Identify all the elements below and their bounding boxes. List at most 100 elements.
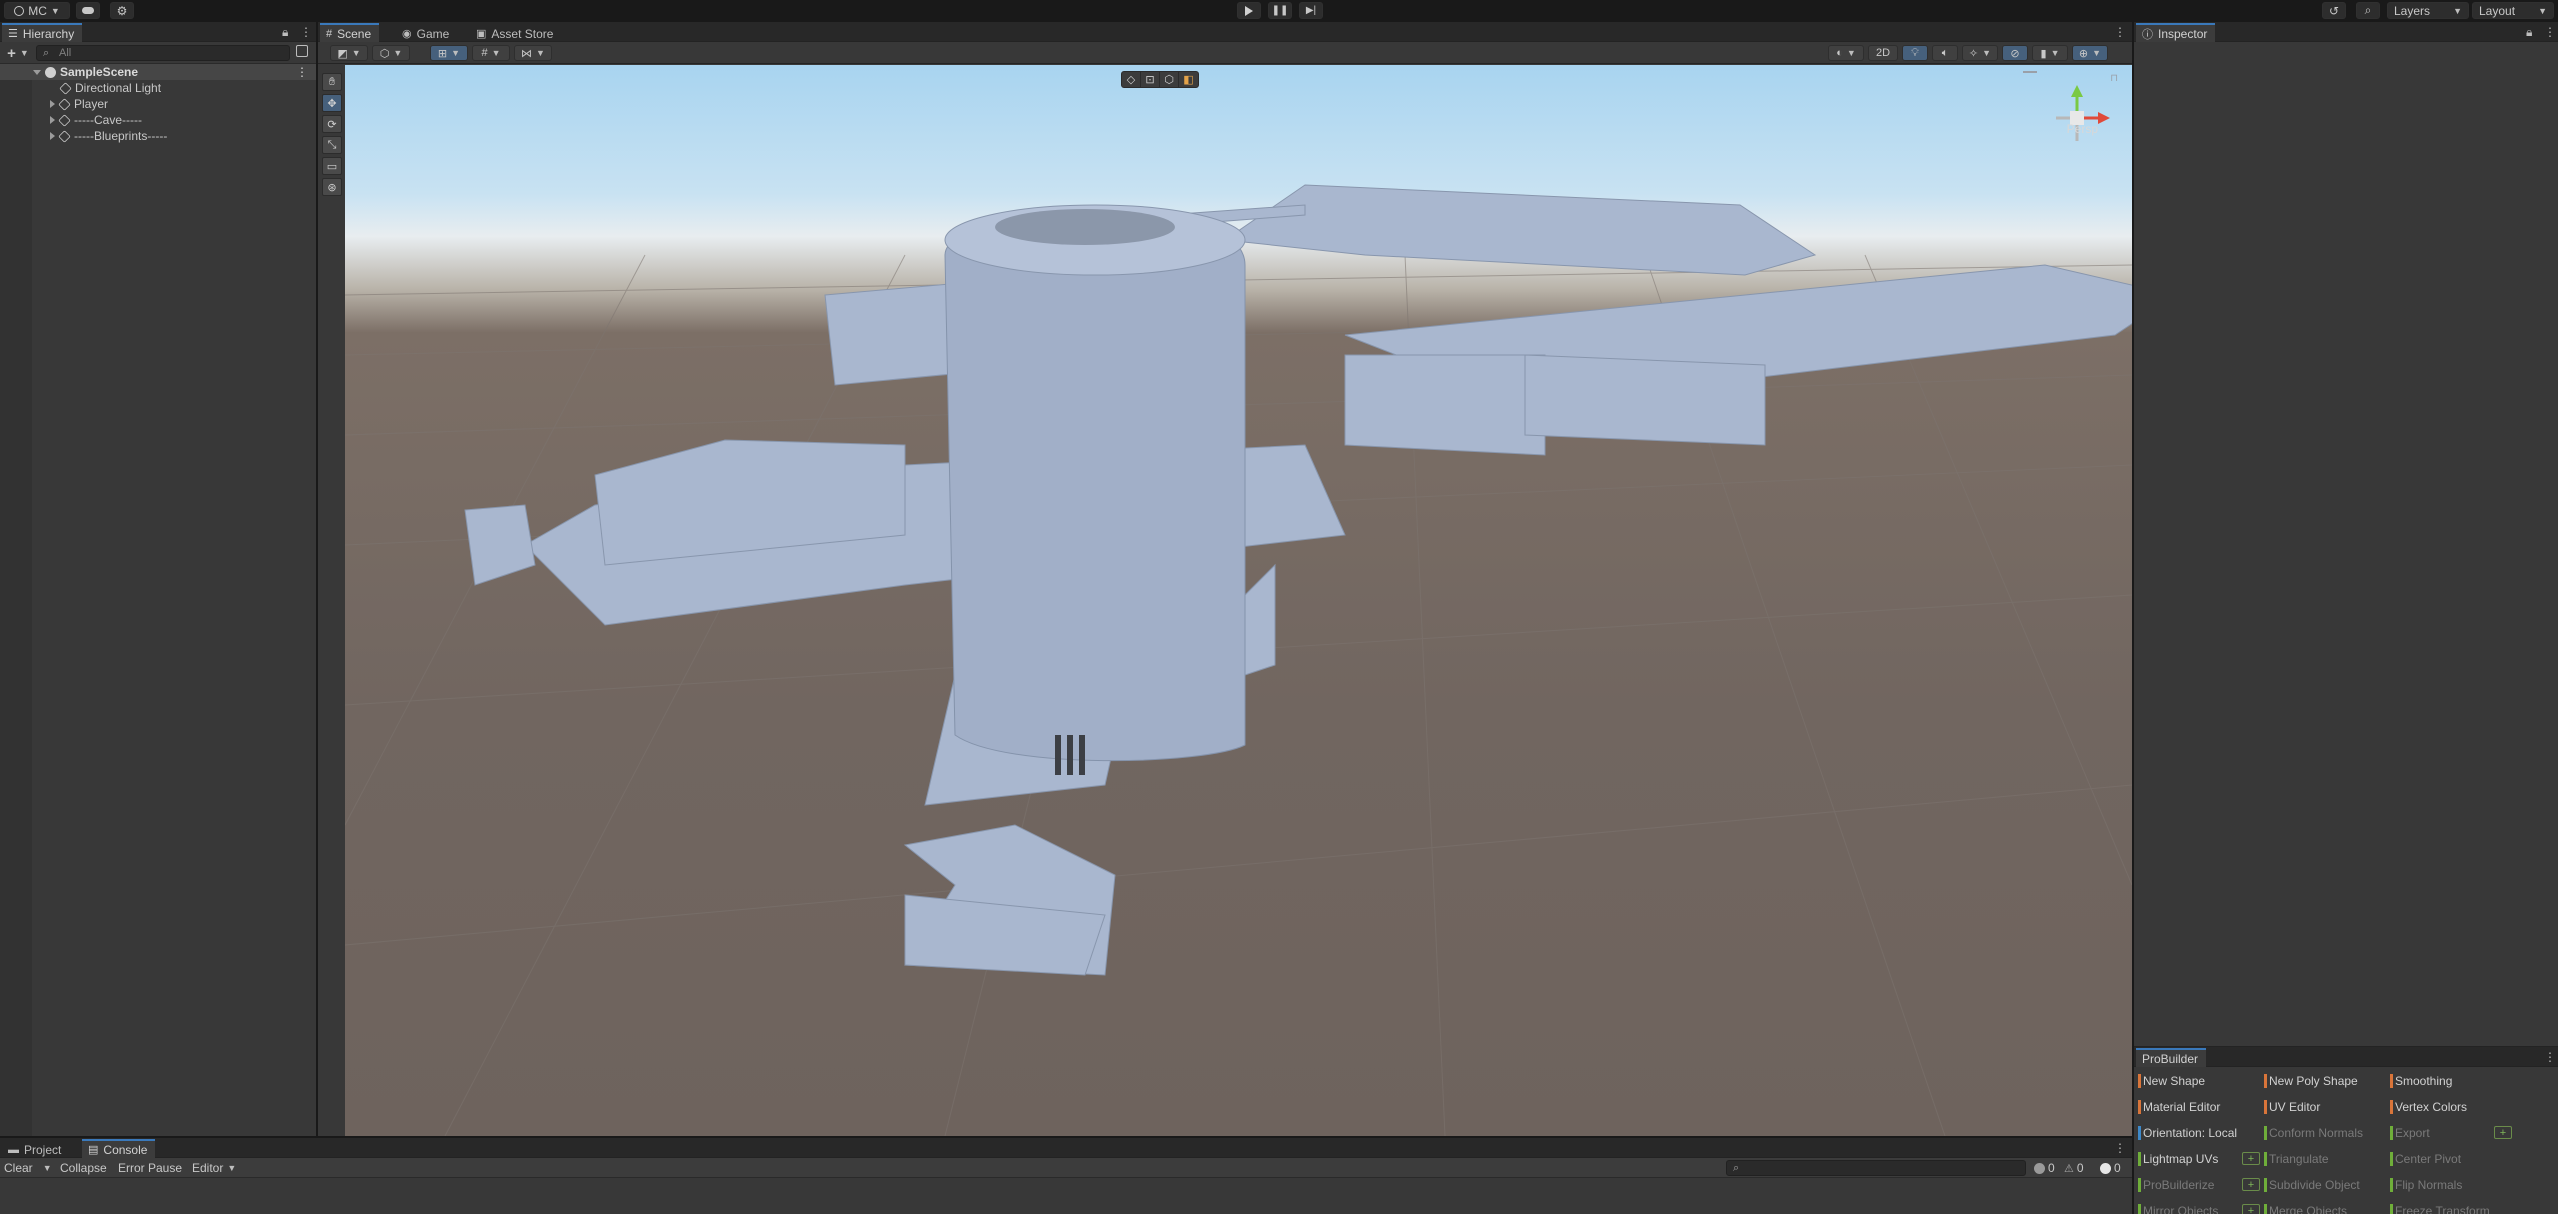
probuilder-action-button[interactable]: Subdivide Object — [2264, 1177, 2360, 1193]
probuilder-action-button[interactable]: Flip Normals — [2390, 1177, 2462, 1193]
draw-mode-dropdown[interactable]: ◩ ▼ — [330, 45, 368, 61]
camera-settings-dropdown[interactable]: ▮ ▼ — [2032, 45, 2068, 61]
scene-visibility-icon[interactable] — [296, 45, 308, 57]
rect-tool-button[interactable]: ▭ — [322, 157, 342, 175]
plus-icon[interactable]: + — [2494, 1126, 2512, 1139]
warning-count-toggle[interactable]: ⚠ 0 — [2064, 1160, 2084, 1176]
hierarchy-search-input[interactable]: ⌕ All — [36, 45, 290, 61]
rotate-tool-button[interactable]: ⟳ — [322, 115, 342, 133]
transform-tool-button[interactable]: ⊛ — [322, 178, 342, 196]
panel-menu-icon[interactable]: ⋮ — [2544, 25, 2557, 39]
probuilder-action-button[interactable]: New Poly Shape — [2264, 1073, 2358, 1089]
probuilder-action-button[interactable]: Orientation: Local — [2138, 1125, 2237, 1141]
hierarchy-item[interactable]: -----Blueprints----- — [0, 128, 316, 144]
tab-probuilder[interactable]: ProBuilder — [2136, 1048, 2207, 1067]
collapse-icon[interactable] — [2023, 71, 2037, 73]
error-pause-toggle[interactable]: Error Pause — [118, 1160, 182, 1176]
hierarchy-item[interactable]: -----Cave----- — [0, 112, 316, 128]
tab-scene[interactable]: # Scene — [320, 23, 380, 42]
probuilder-action-button[interactable]: Mirror Objects — [2138, 1203, 2218, 1214]
plus-icon[interactable]: + — [2242, 1152, 2260, 1165]
probuilder-action-button[interactable]: ProBuilderize — [2138, 1177, 2214, 1193]
pause-button[interactable]: ❚❚ — [1268, 2, 1292, 19]
effects-dropdown[interactable]: ✧ ▼ — [1962, 45, 1998, 61]
panel-menu-icon[interactable]: ⋮ — [2114, 25, 2127, 39]
probuilder-action-button[interactable]: Freeze Transform — [2390, 1203, 2490, 1214]
expand-arrow-icon[interactable] — [50, 100, 55, 108]
step-button[interactable]: ▶| — [1299, 2, 1323, 19]
expand-arrow-icon[interactable] — [50, 132, 55, 140]
lighting-toggle[interactable]: 💡︎ — [1902, 45, 1928, 61]
edge-mode-button[interactable]: ⬡ — [1160, 72, 1179, 87]
gizmos-dropdown[interactable]: ⊕ ▼ — [2072, 45, 2108, 61]
vertex-mode-button[interactable]: ⊡ — [1141, 72, 1160, 87]
plus-icon[interactable]: + — [2242, 1204, 2260, 1214]
scene-menu-icon[interactable]: ⋮ — [296, 65, 308, 79]
tab-hierarchy[interactable]: ☰ Hierarchy — [2, 23, 83, 42]
probuilder-action-label: Smoothing — [2395, 1074, 2453, 1088]
tab-inspector[interactable]: ⓘ Inspector — [2136, 23, 2216, 42]
object-mode-button[interactable]: ◇ — [1122, 72, 1141, 87]
console-search-input[interactable]: ⌕ — [1726, 1160, 2026, 1176]
probuilder-action-button[interactable]: Export — [2390, 1125, 2430, 1141]
search-button[interactable]: ⌕ — [2356, 2, 2380, 19]
undo-history-button[interactable]: ↺ — [2322, 2, 2346, 19]
scale-tool-button[interactable]: ⤡ — [322, 136, 342, 154]
scene-row[interactable]: SampleScene ⋮ — [0, 64, 316, 80]
probuilder-action-button[interactable]: Smoothing — [2390, 1073, 2452, 1089]
probuilder-action-button[interactable]: Vertex Colors — [2390, 1099, 2467, 1115]
projection-label[interactable]: Persp — [2067, 122, 2098, 136]
increment-snap-dropdown[interactable]: ⋈ ▼ — [514, 45, 552, 61]
tab-asset-store[interactable]: ▣ Asset Store — [470, 23, 561, 42]
plus-icon[interactable]: + — [2242, 1178, 2260, 1191]
expand-arrow-icon[interactable] — [33, 69, 41, 75]
tab-game[interactable]: ◉ Game — [396, 23, 457, 42]
render-mode-dropdown[interactable]: ⬡ ▼ — [372, 45, 410, 61]
collapse-toggle[interactable]: Collapse — [60, 1160, 107, 1176]
probuilder-action-button[interactable]: Center Pivot — [2390, 1151, 2461, 1167]
cloud-button[interactable] — [76, 2, 100, 19]
tab-scene-label: Scene — [337, 26, 372, 41]
create-button[interactable]: + ▼ — [4, 45, 32, 62]
probuilder-action-button[interactable]: Triangulate — [2264, 1151, 2329, 1167]
clear-dropdown[interactable]: Clear ▼ — [4, 1160, 52, 1176]
grid-visibility-dropdown[interactable]: # ▼ — [472, 45, 510, 61]
orientation-gizmo[interactable] — [2042, 83, 2112, 153]
vertex-icon: ⊡ — [1145, 74, 1155, 86]
lock-icon[interactable]: 🔒︎ — [282, 25, 289, 40]
tab-project[interactable]: ▬ Project — [2, 1139, 69, 1158]
log-count-toggle[interactable]: 0 — [2034, 1160, 2055, 1176]
play-button[interactable] — [1237, 2, 1261, 19]
lock-icon[interactable]: 🔒︎ — [2526, 25, 2533, 40]
error-count-toggle[interactable]: 0 — [2100, 1160, 2121, 1176]
tab-console[interactable]: ▤ Console — [82, 1139, 156, 1158]
layout-dropdown[interactable]: Layout ▼ — [2472, 2, 2554, 19]
probuilder-action-button[interactable]: Material Editor — [2138, 1099, 2220, 1115]
account-dropdown[interactable]: MC ▼ — [4, 2, 70, 19]
collab-button[interactable]: ⚙ — [110, 2, 134, 19]
camera-mode-dropdown[interactable]: ◐ ▼ — [1828, 45, 1864, 61]
probuilder-action-button[interactable]: New Shape — [2138, 1073, 2205, 1089]
probuilder-action-button[interactable]: Conform Normals — [2264, 1125, 2363, 1141]
probuilder-action-button[interactable]: UV Editor — [2264, 1099, 2320, 1115]
grid-snap-dropdown[interactable]: ⊞ ▼ — [430, 45, 468, 61]
probuilder-action-button[interactable]: Merge Objects — [2264, 1203, 2347, 1214]
expand-arrow-icon[interactable] — [50, 116, 55, 124]
hidden-objects-toggle[interactable]: ⊘ — [2002, 45, 2028, 61]
hierarchy-item[interactable]: Player — [0, 96, 316, 112]
panel-menu-icon[interactable]: ⋮ — [300, 25, 313, 39]
panel-menu-icon[interactable]: ⋮ — [2114, 1141, 2127, 1155]
probuilder-action-button[interactable]: Lightmap UVs — [2138, 1151, 2218, 1167]
audio-toggle[interactable]: 🔈︎ — [1932, 45, 1958, 61]
layers-dropdown[interactable]: Layers ▼ — [2387, 2, 2469, 19]
face-mode-button[interactable]: ◧ — [1179, 72, 1198, 87]
hand-tool-button[interactable]: ✋︎ — [322, 73, 342, 91]
move-tool-button[interactable]: ✥ — [322, 94, 342, 112]
lock-icon[interactable]: ⊓ — [2110, 73, 2118, 84]
mode-2d-toggle[interactable]: 2D — [1868, 45, 1898, 61]
error-icon — [2100, 1162, 2111, 1174]
hierarchy-item[interactable]: Directional Light — [0, 80, 316, 96]
scene-viewport[interactable]: ◇ ⊡ ⬡ ◧ ⊓ Persp — [345, 65, 2132, 1136]
panel-menu-icon[interactable]: ⋮ — [2544, 1050, 2557, 1064]
editor-dropdown[interactable]: Editor ▼ — [192, 1160, 236, 1176]
